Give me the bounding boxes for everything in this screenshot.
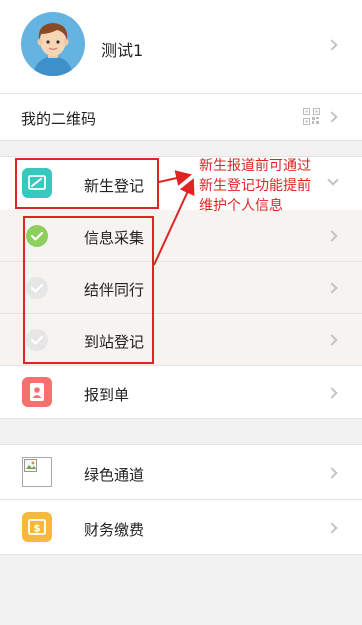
chevron-right-icon (326, 467, 338, 479)
chevron-right-icon (326, 387, 338, 399)
chevron-right-icon (326, 230, 338, 242)
profile-name: 测试1 (101, 41, 144, 60)
green-channel-row[interactable]: 绿色通道 (0, 444, 362, 500)
qrcode-label: 我的二维码 (21, 110, 97, 128)
annotation-box-steps (23, 216, 154, 364)
avatar (21, 12, 85, 76)
annotation-line: 新生报道前可通过 (199, 158, 311, 174)
green-channel-label: 绿色通道 (84, 466, 145, 484)
svg-text:$: $ (34, 524, 41, 535)
annotation-line: 新生登记功能提前 (199, 178, 311, 194)
finance-row[interactable]: $ 财务缴费 (0, 499, 362, 555)
annotation-line: 维护个人信息 (199, 198, 283, 214)
chevron-right-icon (326, 522, 338, 534)
profile-row[interactable]: 测试1 (0, 0, 362, 94)
chevron-right-icon (326, 111, 338, 123)
finance-label: 财务缴费 (84, 521, 145, 539)
finance-icon: $ (22, 512, 52, 542)
qr-code-icon (303, 108, 320, 125)
annotation-box-registration (15, 158, 159, 209)
report-icon (22, 377, 52, 407)
qrcode-row[interactable]: 我的二维码 (0, 93, 362, 141)
chevron-right-icon (326, 334, 338, 346)
report-row[interactable]: 报到单 (0, 365, 362, 419)
annotation-text: 新生报道前可通过 新生登记功能提前 维护个人信息 (199, 156, 359, 216)
chevron-right-icon (326, 39, 338, 51)
broken-image-icon (22, 457, 52, 487)
chevron-right-icon (326, 282, 338, 294)
report-label: 报到单 (84, 386, 130, 404)
